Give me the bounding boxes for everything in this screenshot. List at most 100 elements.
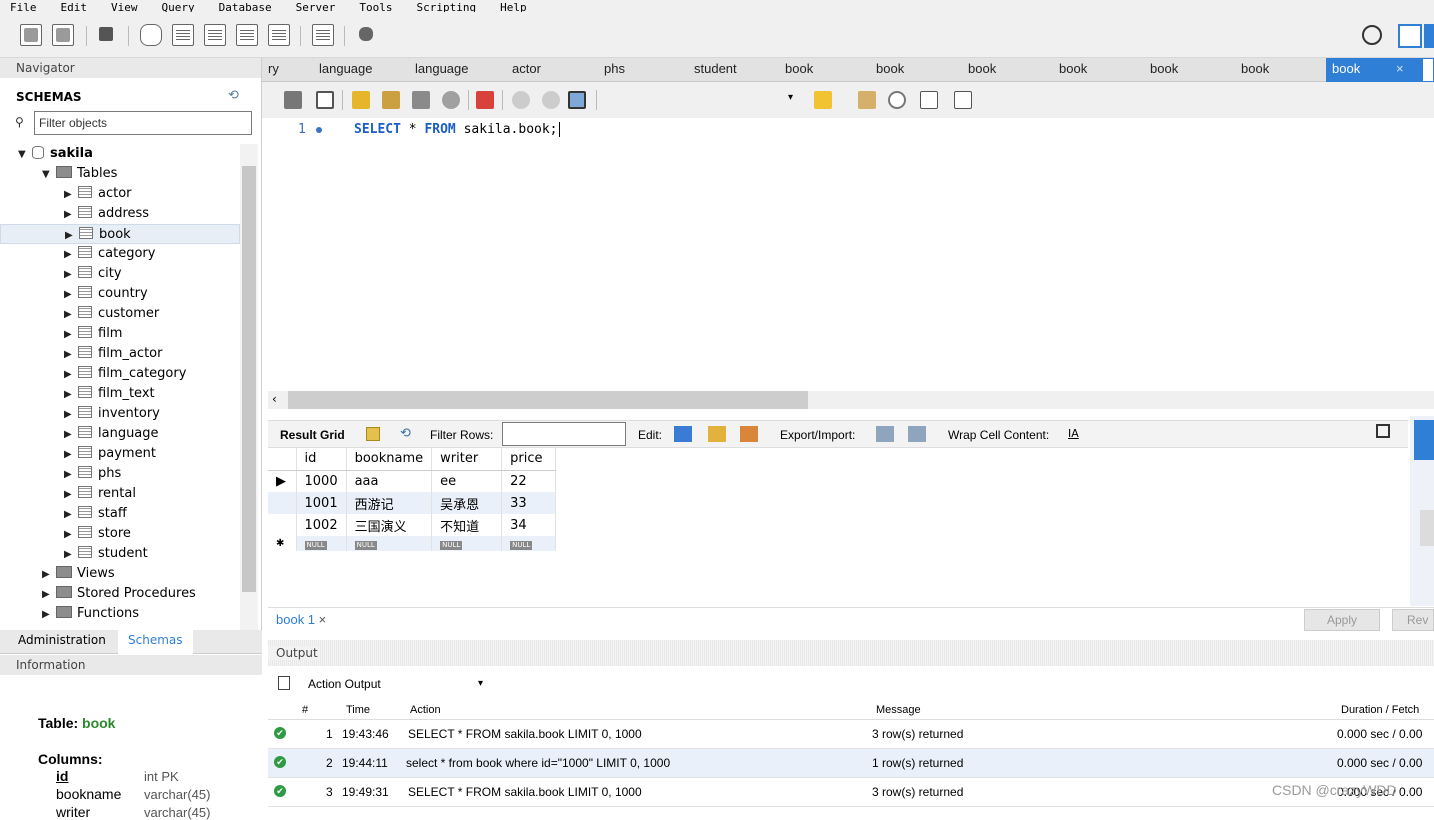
preferences-icon[interactable] xyxy=(1362,25,1382,45)
open-file-icon[interactable] xyxy=(284,91,302,109)
grid-cell[interactable]: 吴承恩 xyxy=(431,492,503,514)
output-row[interactable]: ✔ 3 19:49:31 SELECT * FROM sakila.book L… xyxy=(268,778,1434,807)
expand-arrow-icon[interactable]: ▶ xyxy=(64,345,74,365)
autocommit-icon[interactable] xyxy=(568,91,586,109)
navigator-scrollbar[interactable] xyxy=(240,144,258,630)
query-tab[interactable]: book xyxy=(785,58,813,82)
tab-administration[interactable]: Administration xyxy=(18,633,106,647)
stored-procedures-node[interactable]: ▶ Stored Procedures xyxy=(0,584,240,604)
wrap-lines-icon[interactable] xyxy=(954,91,972,109)
apply-button[interactable]: Apply xyxy=(1304,609,1380,631)
grid-cell[interactable]: 22 xyxy=(501,470,557,492)
expand-arrow-icon[interactable]: ▶ xyxy=(64,245,74,265)
form-editor-side-button[interactable] xyxy=(1420,510,1434,546)
grid-cell[interactable]: 34 xyxy=(501,514,557,536)
delete-row-icon[interactable] xyxy=(740,426,758,442)
open-sql-script-icon[interactable] xyxy=(52,24,74,46)
query-tab-active[interactable]: book × xyxy=(1326,58,1422,82)
sql-editor[interactable]: 1 SELECT * FROM sakila.book; xyxy=(262,118,1434,390)
create-function-icon[interactable] xyxy=(268,24,290,46)
import-icon[interactable] xyxy=(908,426,926,442)
grid-cell[interactable]: 33 xyxy=(501,492,557,514)
expand-arrow-icon[interactable]: ▶ xyxy=(64,265,74,285)
stop-icon[interactable] xyxy=(442,91,460,109)
sidebar-item-film[interactable]: ▶ film xyxy=(0,324,240,344)
table-row[interactable]: 1002 三国演义 不知道 34 xyxy=(268,514,557,536)
sidebar-item-store[interactable]: ▶ store xyxy=(0,524,240,544)
stop-on-error-icon[interactable] xyxy=(476,91,494,109)
sidebar-item-film_category[interactable]: ▶ film_category xyxy=(0,364,240,384)
query-tab[interactable]: language xyxy=(319,58,373,82)
create-schema-icon[interactable] xyxy=(140,24,162,46)
expand-arrow-icon[interactable]: ▶ xyxy=(64,485,74,505)
create-view-icon[interactable] xyxy=(204,24,226,46)
result-tab[interactable]: book 1 × xyxy=(276,612,326,627)
expand-arrow-icon[interactable]: ▶ xyxy=(42,565,52,585)
query-tab[interactable]: book xyxy=(1150,58,1178,82)
tab-schemas[interactable]: Schemas xyxy=(118,630,193,654)
export-icon[interactable] xyxy=(876,426,894,442)
expand-arrow-icon[interactable]: ▶ xyxy=(64,445,74,465)
query-tab[interactable]: ry xyxy=(268,58,279,82)
inspector-icon[interactable] xyxy=(96,24,118,46)
query-tab[interactable]: phs xyxy=(604,58,625,82)
query-tab[interactable]: actor xyxy=(512,58,541,82)
expand-arrow-icon[interactable]: ▶ xyxy=(65,226,75,246)
output-type-select[interactable]: Action Output ▾ xyxy=(298,672,498,696)
sidebar-item-book[interactable]: ▶ book xyxy=(0,224,240,244)
rollback-icon[interactable] xyxy=(542,91,560,109)
expand-arrow-icon[interactable]: ▶ xyxy=(64,425,74,445)
toggle-panel-icon[interactable] xyxy=(1376,424,1390,438)
column-header[interactable]: id xyxy=(296,448,347,471)
menu-query[interactable]: Query xyxy=(162,1,195,12)
sidebar-item-country[interactable]: ▶ country xyxy=(0,284,240,304)
reconnect-icon[interactable] xyxy=(356,24,378,46)
table-row[interactable]: 1001 西游记 吴承恩 33 xyxy=(268,492,557,514)
expand-arrow-icon[interactable]: ▶ xyxy=(64,325,74,345)
revert-button[interactable]: Rev xyxy=(1392,609,1434,631)
grid-cell[interactable]: 1001 xyxy=(296,492,347,514)
menu-file[interactable]: File xyxy=(10,1,37,12)
grid-cell[interactable]: ee xyxy=(431,470,503,492)
toggle-panel-icon[interactable] xyxy=(1424,24,1434,48)
expand-arrow-icon[interactable]: ▶ xyxy=(64,285,74,305)
column-header[interactable]: price xyxy=(501,448,557,471)
expand-arrow-icon[interactable]: ▶ xyxy=(64,525,74,545)
sidebar-item-payment[interactable]: ▶ payment xyxy=(0,444,240,464)
query-tab[interactable]: book xyxy=(876,58,904,82)
wrap-cell-icon[interactable]: IA xyxy=(1068,427,1079,440)
sidebar-item-address[interactable]: ▶ address xyxy=(0,204,240,224)
sidebar-item-staff[interactable]: ▶ staff xyxy=(0,504,240,524)
grid-cell[interactable]: 不知道 xyxy=(431,514,503,536)
expand-arrow-icon[interactable]: ▶ xyxy=(42,605,52,625)
column-header[interactable]: bookname xyxy=(346,448,433,471)
expand-arrow-icon[interactable]: ▶ xyxy=(42,585,52,605)
execute-icon[interactable] xyxy=(352,91,370,109)
search-table-data-icon[interactable] xyxy=(312,24,334,46)
new-row[interactable]: ✱ NULL NULL NULL NULL xyxy=(268,536,557,551)
expand-arrow-icon[interactable]: ▶ xyxy=(64,545,74,565)
invisible-chars-icon[interactable] xyxy=(920,91,938,109)
filter-objects-input[interactable]: Filter objects xyxy=(34,111,252,135)
copy-icon[interactable] xyxy=(278,676,290,690)
query-tab[interactable]: student xyxy=(694,58,737,82)
scroll-left-icon[interactable]: ‹ xyxy=(272,392,277,406)
sidebar-item-city[interactable]: ▶ city xyxy=(0,264,240,284)
tables-node[interactable]: ▼ Tables xyxy=(0,164,240,184)
scrollbar-thumb[interactable] xyxy=(242,166,256,592)
views-node[interactable]: ▶ Views xyxy=(0,564,240,584)
editor-hscrollbar[interactable]: ‹ xyxy=(268,391,1434,409)
sidebar-item-film_actor[interactable]: ▶ film_actor xyxy=(0,344,240,364)
add-row-icon[interactable] xyxy=(708,426,726,442)
save-icon[interactable] xyxy=(316,91,334,109)
column-header[interactable]: writer xyxy=(431,448,503,471)
sidebar-item-inventory[interactable]: ▶ inventory xyxy=(0,404,240,424)
refresh-icon[interactable]: ⟲ xyxy=(400,426,411,441)
result-grid-label[interactable]: Result Grid xyxy=(280,428,345,442)
menu-scripting[interactable]: Scripting xyxy=(416,1,476,12)
grid-cell[interactable]: 1000 xyxy=(296,470,347,492)
menu-database[interactable]: Database xyxy=(219,1,272,12)
functions-node[interactable]: ▶ Functions xyxy=(0,604,240,624)
tab-scroll-icon[interactable] xyxy=(1422,58,1434,82)
expand-arrow-icon[interactable]: ▶ xyxy=(64,365,74,385)
